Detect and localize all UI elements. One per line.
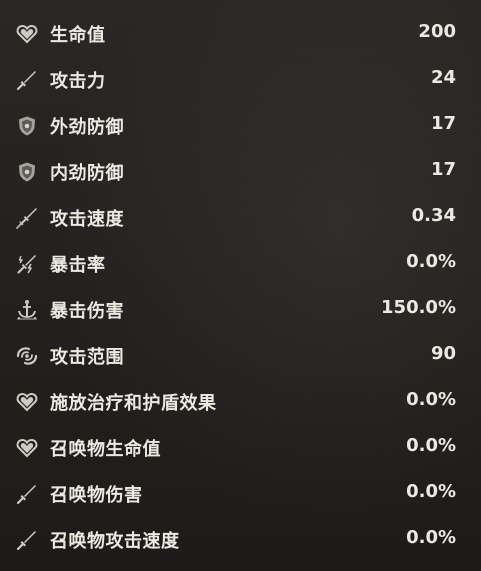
stat-row-health: 生命值 200	[0, 10, 481, 56]
stat-value: 24	[430, 67, 456, 88]
stat-label: 攻击力	[50, 71, 106, 92]
stat-value: 200	[418, 21, 456, 42]
stat-label: 施放治疗和护盾效果	[50, 393, 217, 414]
stat-row-summon-health: 召唤物生命值 0.0%	[0, 424, 481, 470]
stat-value: 0.0%	[406, 389, 456, 410]
anchor-burst-icon	[15, 298, 39, 322]
sword-icon	[15, 528, 39, 552]
stat-label: 召唤物伤害	[50, 485, 143, 506]
sword-icon	[15, 68, 39, 92]
stat-row-heal-shield-effect: 施放治疗和护盾效果 0.0%	[0, 378, 481, 424]
stat-label: 召唤物生命值	[50, 439, 161, 460]
stat-row-attack-speed: 攻击速度 0.34	[0, 194, 481, 240]
stat-label: 生命值	[50, 25, 106, 46]
stat-row-summon-damage: 召唤物伤害 0.0%	[0, 470, 481, 516]
stat-label: 攻击速度	[50, 209, 124, 230]
stat-value: 90	[430, 343, 456, 364]
heart-icon	[15, 22, 39, 46]
stat-row-crit-damage: 暴击伤害 150.0%	[0, 286, 481, 332]
lightning-sword-icon	[15, 252, 39, 276]
stat-value: 150.0%	[381, 297, 456, 318]
stat-value: 17	[430, 159, 456, 180]
stat-row-crit-rate: 暴击率 0.0%	[0, 240, 481, 286]
stat-row-attack: 攻击力 24	[0, 56, 481, 102]
stats-list: 生命值 200 攻击力 24 外劲防御 17 内劲防御 17 攻击速度 0.34…	[0, 10, 481, 562]
stat-label: 召唤物攻击速度	[50, 531, 180, 552]
stats-panel: 生命值 200 攻击力 24 外劲防御 17 内劲防御 17 攻击速度 0.34…	[0, 0, 481, 571]
stat-label: 暴击率	[50, 255, 106, 276]
shield-icon	[15, 160, 39, 184]
stat-value: 17	[430, 113, 456, 134]
sword-icon	[15, 482, 39, 506]
stat-label: 攻击范围	[50, 347, 124, 368]
heart-icon	[15, 390, 39, 414]
double-sword-icon	[15, 206, 39, 230]
vortex-icon	[15, 344, 39, 368]
stat-value: 0.0%	[406, 251, 456, 272]
stat-label: 外劲防御	[50, 117, 124, 138]
heart-icon	[15, 436, 39, 460]
stat-value: 0.34	[411, 205, 456, 226]
stat-row-attack-range: 攻击范围 90	[0, 332, 481, 378]
stat-row-inner-defense: 内劲防御 17	[0, 148, 481, 194]
stat-label: 暴击伤害	[50, 301, 124, 322]
stat-value: 0.0%	[406, 435, 456, 456]
stat-value: 0.0%	[406, 527, 456, 548]
stat-row-outer-defense: 外劲防御 17	[0, 102, 481, 148]
stat-label: 内劲防御	[50, 163, 124, 184]
shield-icon	[15, 114, 39, 138]
stat-value: 0.0%	[406, 481, 456, 502]
stat-row-summon-attack-speed: 召唤物攻击速度 0.0%	[0, 516, 481, 562]
